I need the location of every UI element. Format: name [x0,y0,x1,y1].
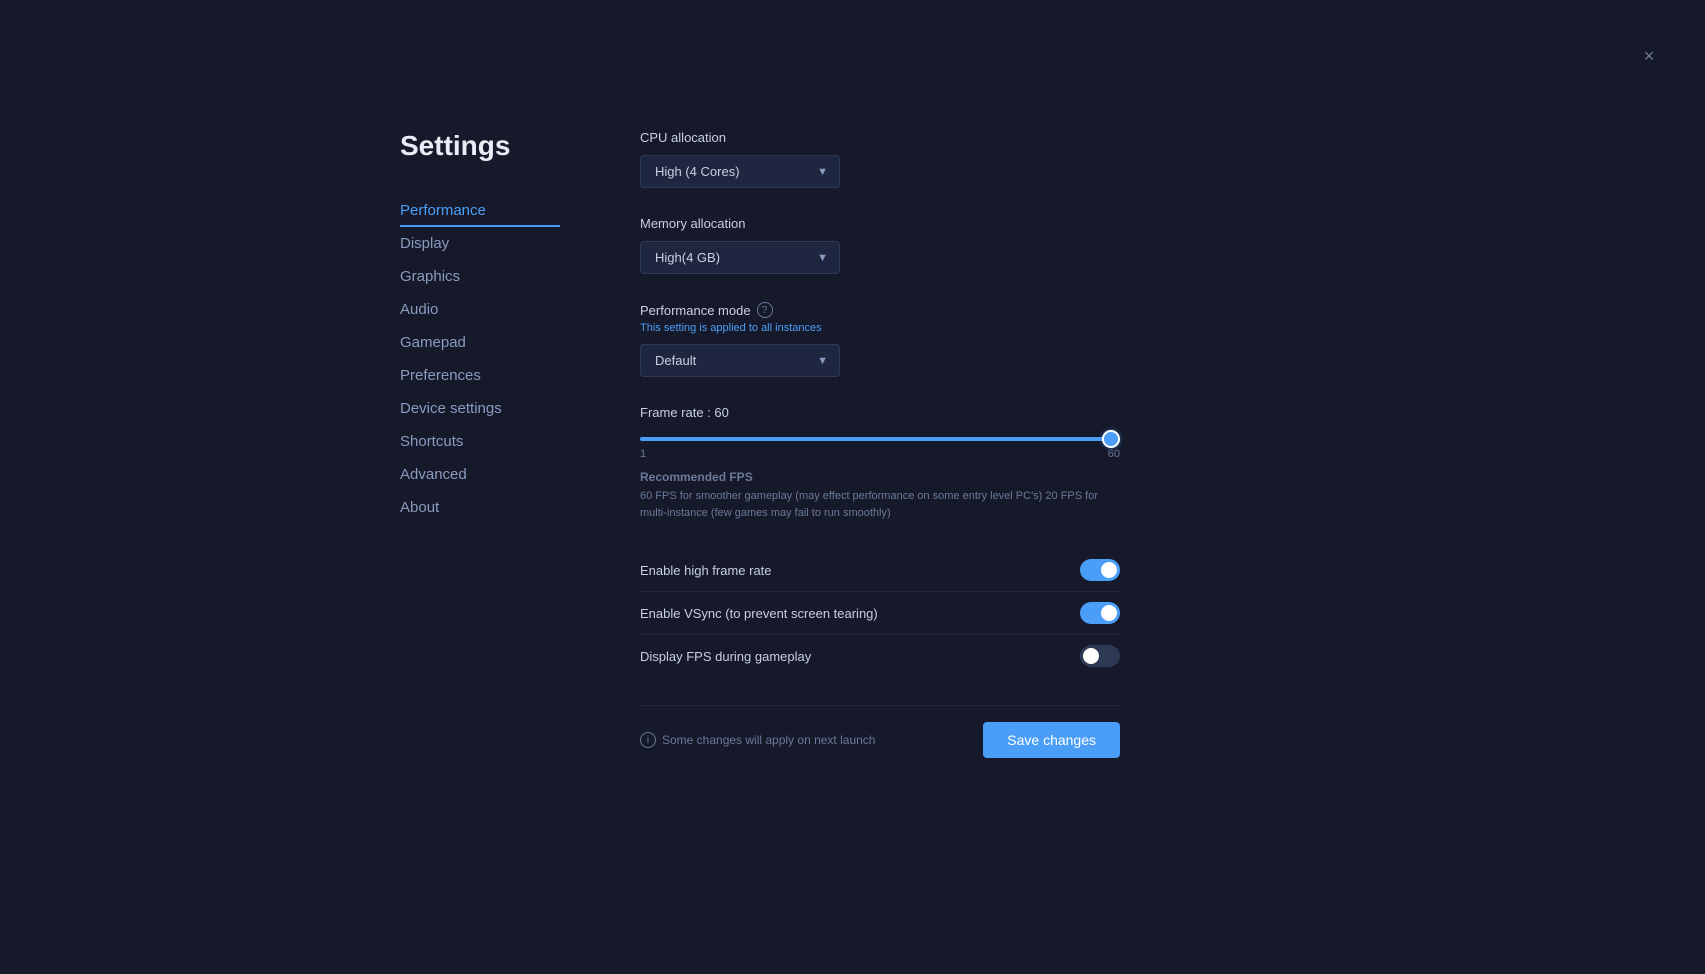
toggle-row-high-frame-rate: Enable high frame rate [640,549,1120,592]
sidebar: Settings Performance Display Graphics Au… [400,130,560,758]
sidebar-item-shortcuts[interactable]: Shortcuts [400,425,560,458]
close-icon: × [1644,46,1655,67]
save-changes-button[interactable]: Save changes [983,722,1120,758]
memory-allocation-section: Memory allocation High(4 GB) Low(1 GB) M… [640,216,1120,274]
cpu-allocation-select[interactable]: High (4 Cores) Low (1 Core) Medium (2 Co… [640,155,840,188]
cpu-allocation-wrapper: High (4 Cores) Low (1 Core) Medium (2 Co… [640,155,840,188]
memory-allocation-label: Memory allocation [640,216,1120,231]
sidebar-item-preferences[interactable]: Preferences [400,359,560,392]
frame-rate-slider-container: 1 60 [640,428,1120,460]
main-content: CPU allocation High (4 Cores) Low (1 Cor… [640,130,1120,758]
footer-note-text: Some changes will apply on next launch [662,733,875,747]
cpu-allocation-label: CPU allocation [640,130,1120,145]
vsync-label: Enable VSync (to prevent screen tearing) [640,606,878,621]
display-fps-toggle[interactable] [1080,645,1120,667]
frame-rate-section: Frame rate : 60 1 60 Recommended FPS 60 … [640,405,1120,521]
display-fps-label: Display FPS during gameplay [640,649,811,664]
footer-note: i Some changes will apply on next launch [640,732,875,748]
close-button[interactable]: × [1637,44,1661,68]
sidebar-item-advanced[interactable]: Advanced [400,458,560,491]
performance-mode-select[interactable]: Default High Performance Power Saving [640,344,840,377]
slider-max-label: 60 [1108,448,1120,460]
recommended-fps-section: Recommended FPS 60 FPS for smoother game… [640,470,1120,521]
sidebar-item-gamepad[interactable]: Gamepad [400,326,560,359]
memory-allocation-select[interactable]: High(4 GB) Low(1 GB) Medium(2 GB) Ultra(… [640,241,840,274]
vsync-toggle[interactable] [1080,602,1120,624]
slider-min-label: 1 [640,448,646,460]
cpu-allocation-section: CPU allocation High (4 Cores) Low (1 Cor… [640,130,1120,188]
performance-mode-section: Performance mode ? This setting is appli… [640,302,1120,377]
performance-mode-wrapper: Default High Performance Power Saving ▼ [640,344,840,377]
page-title: Settings [400,130,560,162]
toggles-section: Enable high frame rate Enable VSync (to … [640,549,1120,677]
performance-mode-help-icon[interactable]: ? [757,302,773,318]
sidebar-item-device-settings[interactable]: Device settings [400,392,560,425]
sidebar-item-display[interactable]: Display [400,227,560,260]
recommended-fps-title: Recommended FPS [640,470,1120,484]
high-frame-rate-label: Enable high frame rate [640,563,772,578]
frame-rate-slider[interactable] [640,437,1120,441]
frame-rate-label: Frame rate : 60 [640,405,729,420]
performance-mode-subtext: This setting is applied to all instances [640,322,1120,334]
memory-allocation-wrapper: High(4 GB) Low(1 GB) Medium(2 GB) Ultra(… [640,241,840,274]
sidebar-item-about[interactable]: About [400,491,560,524]
footer-row: i Some changes will apply on next launch… [640,705,1120,758]
high-frame-rate-toggle[interactable] [1080,559,1120,581]
toggle-row-display-fps: Display FPS during gameplay [640,635,1120,677]
footer-info-icon: i [640,732,656,748]
sidebar-item-graphics[interactable]: Graphics [400,260,560,293]
sidebar-item-performance[interactable]: Performance [400,194,560,227]
sidebar-item-audio[interactable]: Audio [400,293,560,326]
toggle-row-vsync: Enable VSync (to prevent screen tearing) [640,592,1120,635]
recommended-fps-desc: 60 FPS for smoother gameplay (may effect… [640,488,1120,521]
performance-mode-label: Performance mode ? [640,302,1120,318]
